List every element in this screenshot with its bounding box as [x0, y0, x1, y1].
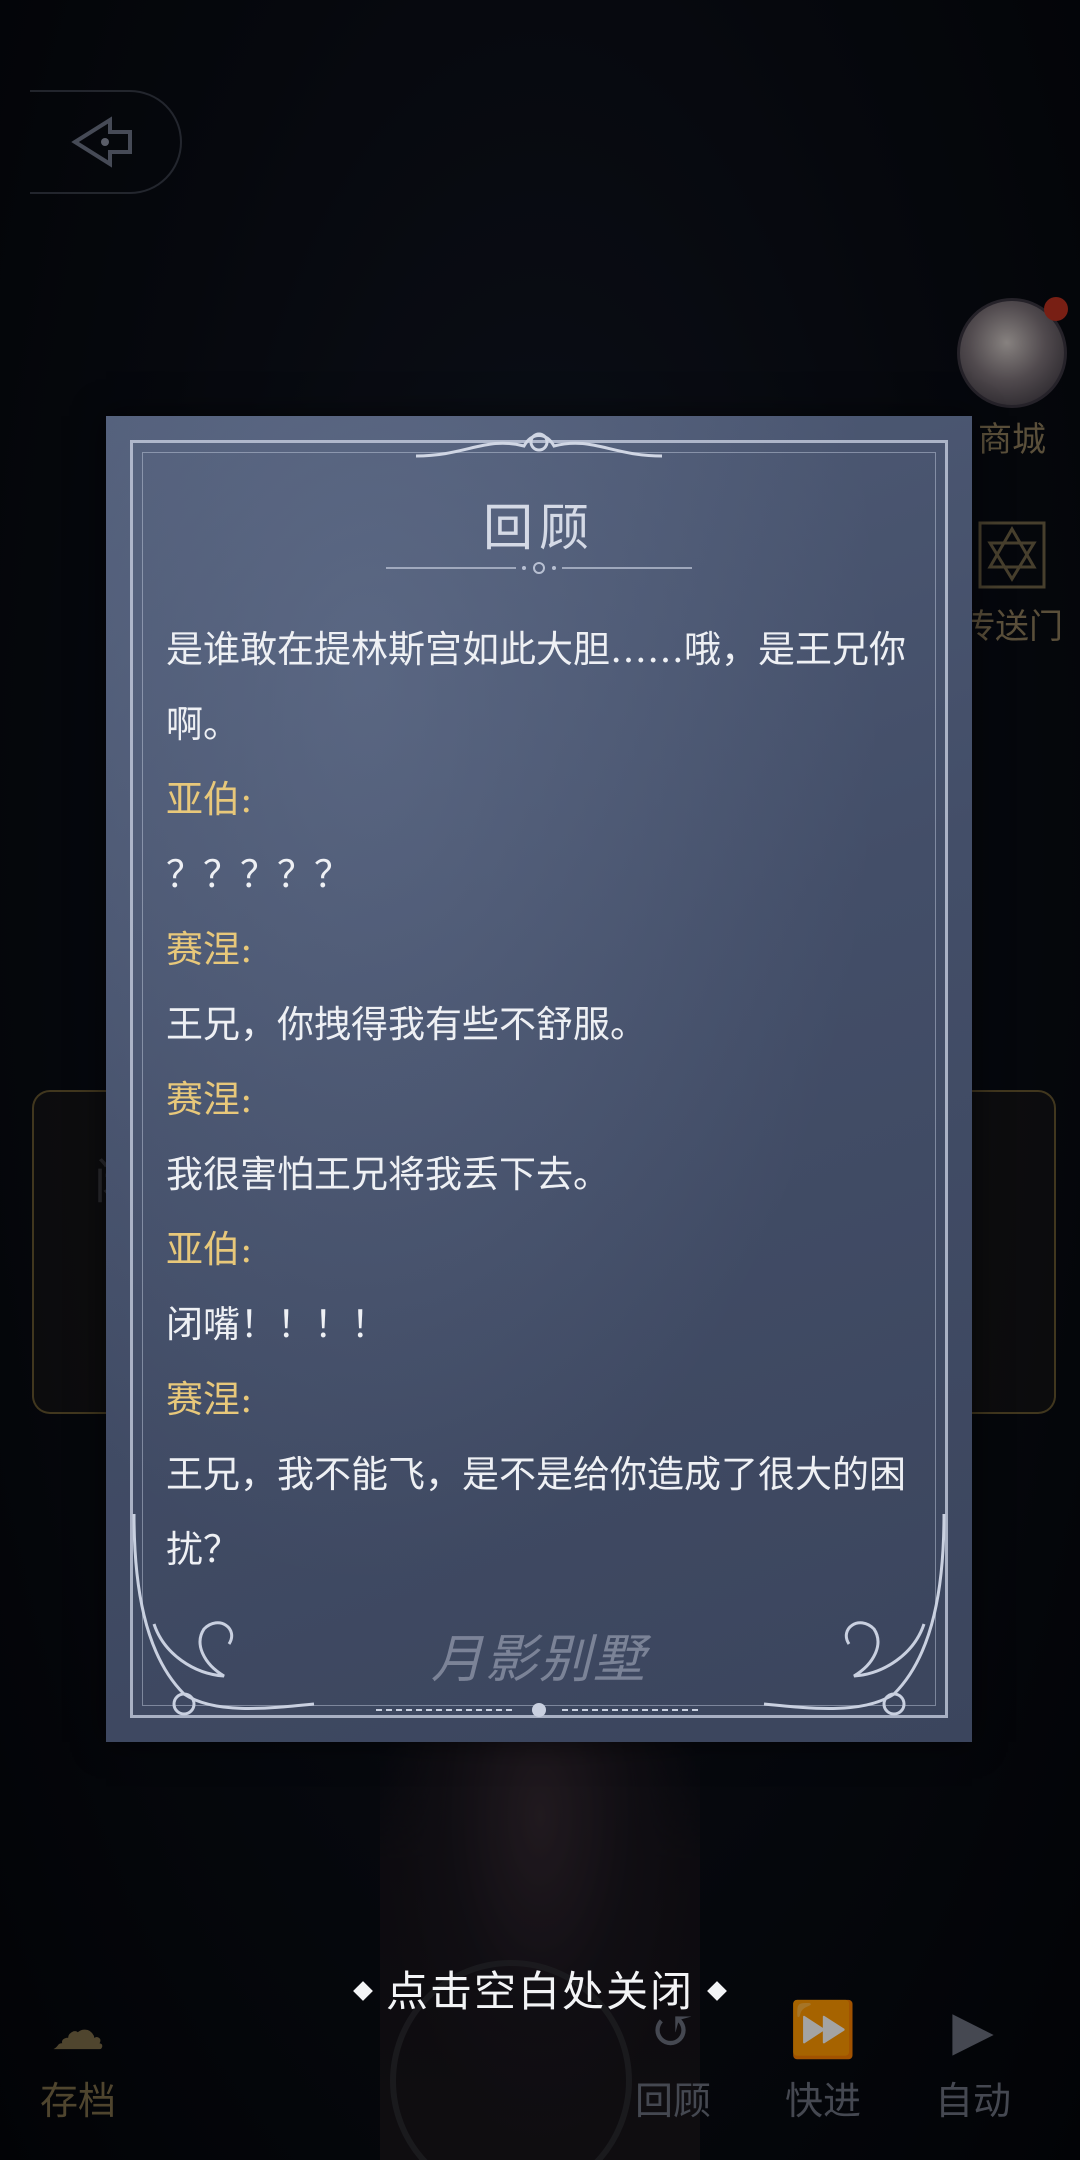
top-ornament-icon — [415, 432, 663, 458]
review-line: 王兄，我不能飞，是不是给你造成了很大的困 — [166, 1453, 906, 1496]
game-logo: 月影别墅 — [106, 1617, 972, 1692]
speaker-name: 亚伯: — [166, 1228, 253, 1271]
speaker-name: 亚伯: — [166, 778, 253, 821]
close-hint[interactable]: 点击空白处关闭 — [0, 1958, 1080, 2019]
review-line: 闭嘴！！！！ — [166, 1303, 388, 1346]
diamond-icon — [353, 1981, 373, 2001]
speaker-name: 赛涅: — [166, 1078, 253, 1121]
speaker-name: 赛涅: — [166, 1378, 253, 1421]
review-line: 是谁敢在提林斯宫如此大胆……哦，是王兄你 — [166, 628, 906, 671]
review-entries[interactable]: 是谁敢在提林斯宫如此大胆……哦，是王兄你 啊。 亚伯: ？？？？？ 赛涅: 王兄… — [166, 612, 926, 1587]
game-screen[interactable]: 商城 传送门 闭 ☁ 存档 ↺ 回顾 ⏩ 快进 ▶ 自动 — [0, 0, 1080, 2160]
review-panel[interactable]: 回顾 是谁敢在提林斯宫如此大胆……哦，是王兄你 啊。 亚伯: ？？？？？ 赛涅:… — [106, 416, 972, 1742]
bottom-ornament-icon — [376, 1703, 702, 1717]
review-line: ？？？？？ — [166, 853, 351, 896]
game-logo-text: 月影别墅 — [430, 1630, 647, 1690]
close-hint-text: 点击空白处关闭 — [385, 1967, 694, 2016]
speaker-name: 赛涅: — [166, 928, 253, 971]
diamond-icon — [707, 1981, 727, 2001]
review-title: 回顾 — [483, 499, 595, 557]
title-divider-icon — [386, 562, 692, 574]
review-line: 啊。 — [166, 703, 240, 746]
review-line: 王兄，你拽得我有些不舒服。 — [166, 1003, 647, 1046]
review-line: 我很害怕王兄将我丢下去。 — [166, 1153, 610, 1196]
